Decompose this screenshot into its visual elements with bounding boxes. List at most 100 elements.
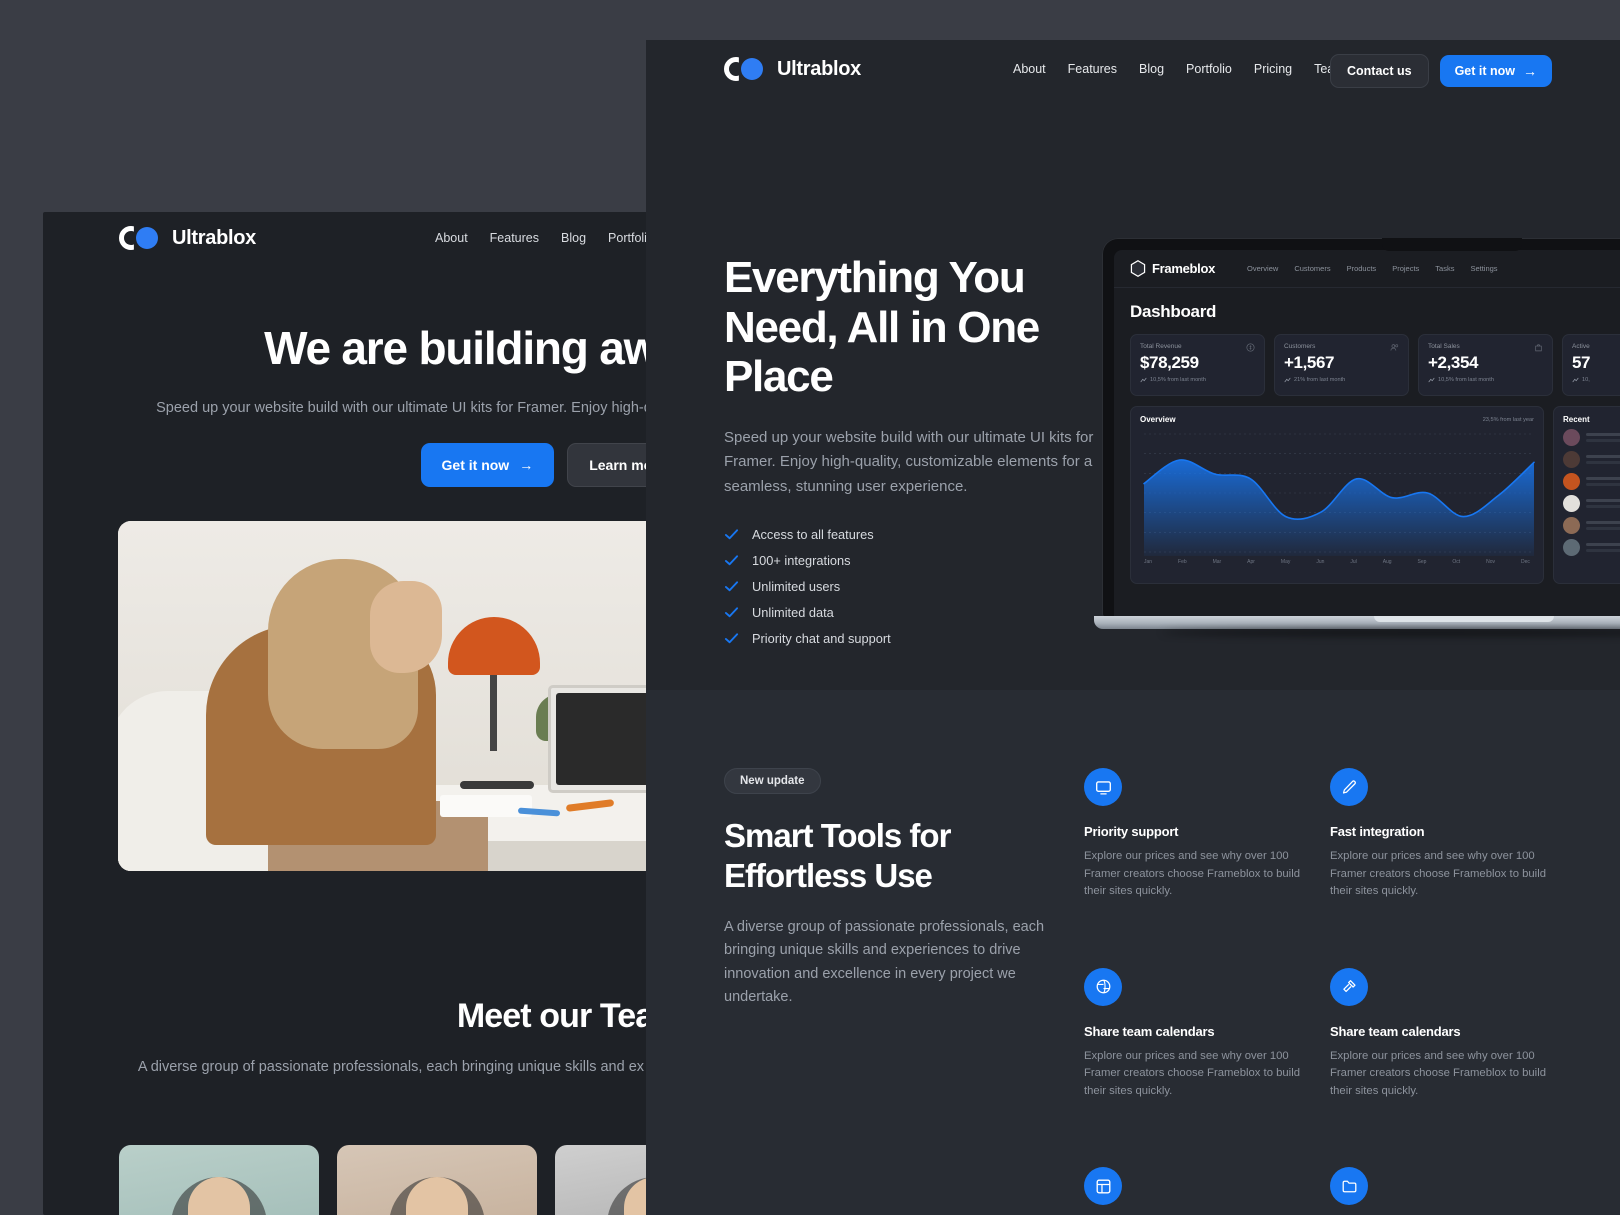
feature-card[interactable]: Share team calendars Explore our prices …	[1330, 967, 1562, 1101]
get-it-now-button[interactable]: Get it now →	[1439, 55, 1552, 87]
feature-desc: Explore our prices and see why over 100 …	[1330, 1049, 1546, 1097]
team-card[interactable]	[337, 1145, 537, 1215]
layout-icon	[1084, 1167, 1122, 1205]
nav-item-about[interactable]: About	[1013, 62, 1046, 76]
db-nav-overview[interactable]: Overview	[1247, 264, 1278, 273]
stat-value: +1,567	[1284, 353, 1335, 372]
users-icon	[1390, 344, 1399, 351]
feature-card[interactable]: Share team calendars Explore our prices …	[1084, 967, 1316, 1101]
trend-up-icon	[1284, 377, 1291, 383]
features-grid: Priority support Explore our prices and …	[1084, 768, 1564, 1215]
nav-item-portfolio[interactable]: Portfolio	[1186, 62, 1232, 76]
stat-card: Customers +1,567 21% from last month	[1274, 334, 1409, 396]
overview-chart-header: Overview 23,5% from last year	[1140, 415, 1534, 424]
ultrablox-logo-icon	[119, 226, 163, 250]
stat-card: Total Sales +2,354 10,5% from last month	[1418, 334, 1553, 396]
feature-desc: Explore our prices and see why over 100 …	[1330, 850, 1546, 897]
db-nav-settings[interactable]: Settings	[1470, 264, 1497, 273]
dashboard-screen: Frameblox Overview Customers Products Pr…	[1114, 250, 1620, 618]
laptop-notch	[1382, 238, 1522, 251]
brand-name: Ultrablox	[172, 226, 256, 249]
check-icon	[724, 581, 739, 592]
db-nav-tasks[interactable]: Tasks	[1435, 264, 1454, 273]
feature-card[interactable]: Priority support Explore our prices and …	[1084, 1167, 1316, 1215]
avatar	[1563, 473, 1580, 490]
nav-item-pricing[interactable]: Pricing	[1254, 62, 1292, 76]
team-card[interactable]	[119, 1145, 319, 1215]
feature-title: Share team calendars	[1330, 1023, 1461, 1039]
dashboard-lower: Overview 23,5% from last year Jan Feb Mar…	[1114, 396, 1620, 584]
stat-label: Active	[1572, 343, 1590, 350]
laptop-body: Frameblox Overview Customers Products Pr…	[1102, 238, 1620, 618]
check-icon	[724, 529, 739, 540]
feature-card[interactable]: Fast integration Explore our prices and …	[1330, 768, 1562, 901]
logo[interactable]: Ultrablox	[724, 57, 861, 81]
background-get-it-now-button[interactable]: Get it now →	[420, 443, 555, 488]
contact-us-button[interactable]: Contact us	[1329, 54, 1429, 88]
checklist-item: Unlimited users	[724, 579, 1114, 594]
foreground-page: Ultrablox About Features Blog Portfolio …	[646, 40, 1620, 1215]
avatar	[1563, 429, 1580, 446]
dollar-icon	[1246, 343, 1255, 352]
laptop-base-notch	[1374, 616, 1554, 622]
overview-chart-title: Overview	[1140, 415, 1176, 424]
recent-row	[1563, 473, 1620, 490]
laptop-shadow	[1162, 629, 1620, 636]
stat-delta: 10,	[1572, 377, 1620, 383]
db-nav-products[interactable]: Products	[1347, 264, 1377, 273]
stat-card: Active 57 10,	[1562, 334, 1620, 396]
stat-label: Total Revenue	[1140, 343, 1182, 350]
stat-value: 57	[1572, 353, 1591, 372]
hero-section: Everything You Need, All in One Place Sp…	[646, 98, 1620, 690]
checklist-label: Unlimited data	[752, 605, 834, 621]
recent-row	[1563, 429, 1620, 446]
checklist-label: Priority chat and support	[752, 631, 891, 647]
feature-title: Share team calendars	[1084, 1023, 1215, 1039]
feature-card[interactable]: Priority support Explore our prices and …	[1084, 768, 1316, 901]
check-icon	[724, 555, 739, 566]
db-nav-projects[interactable]: Projects	[1392, 264, 1419, 273]
navbar: Ultrablox About Features Blog Portfolio …	[646, 40, 1620, 98]
recent-panel: Recent	[1553, 406, 1620, 584]
db-nav-customers[interactable]: Customers	[1294, 264, 1330, 273]
avatar	[1563, 517, 1580, 534]
hero-heading: Everything You Need, All in One Place	[724, 253, 1040, 402]
nav-item-blog[interactable]: Blog	[1139, 62, 1164, 76]
nav-item-features[interactable]: Features	[1068, 62, 1117, 76]
checklist-item: 100+ integrations	[724, 553, 1114, 568]
background-logo[interactable]: Ultrablox	[119, 226, 256, 250]
overview-area-chart	[1143, 433, 1535, 556]
dashboard-nav-links: Overview Customers Products Projects Tas…	[1247, 264, 1498, 273]
feature-desc: Explore our prices and see why over 100 …	[1084, 850, 1300, 897]
trend-up-icon	[1428, 377, 1435, 383]
frameblox-logo[interactable]: Frameblox	[1130, 260, 1215, 277]
hero-content: Everything You Need, All in One Place Sp…	[724, 253, 1114, 646]
feature-card[interactable]: Easy customization Explore our prices an…	[1330, 1167, 1562, 1215]
dashboard-stat-cards: Total Revenue $78,259 10,5% from last mo…	[1114, 322, 1620, 396]
checklist-label: 100+ integrations	[752, 553, 851, 569]
features-intro: New update Smart Tools for Effortless Us…	[724, 768, 1064, 1009]
new-update-badge: New update	[724, 768, 821, 794]
overview-chart-delta: 23,5% from last year	[1482, 416, 1534, 423]
recent-title: Recent	[1563, 415, 1590, 424]
bg-nav-blog[interactable]: Blog	[561, 231, 586, 245]
checklist-item: Access to all features	[724, 527, 1114, 542]
bag-icon	[1535, 344, 1542, 352]
folder-icon	[1330, 1167, 1368, 1205]
globe-icon	[1084, 967, 1122, 1006]
checklist-label: Unlimited users	[752, 579, 841, 595]
feature-desc: Explore our prices and see why over 100 …	[1084, 1049, 1300, 1097]
bg-nav-about[interactable]: About	[435, 231, 468, 245]
checklist-item: Priority chat and support	[724, 631, 1114, 646]
bg-nav-features[interactable]: Features	[490, 231, 539, 245]
feature-title: Priority support	[1084, 824, 1179, 839]
stat-value: $78,259	[1140, 353, 1199, 372]
stat-label: Customers	[1284, 343, 1316, 350]
navbar-actions: Contact us Get it now →	[1329, 54, 1552, 88]
stat-value: +2,354	[1428, 353, 1479, 372]
arrow-right-icon: →	[519, 457, 534, 474]
hexagon-icon	[1130, 260, 1146, 277]
features-paragraph: A diverse group of passionate profession…	[724, 919, 1045, 1005]
recent-row	[1563, 517, 1620, 534]
check-icon	[724, 633, 739, 644]
